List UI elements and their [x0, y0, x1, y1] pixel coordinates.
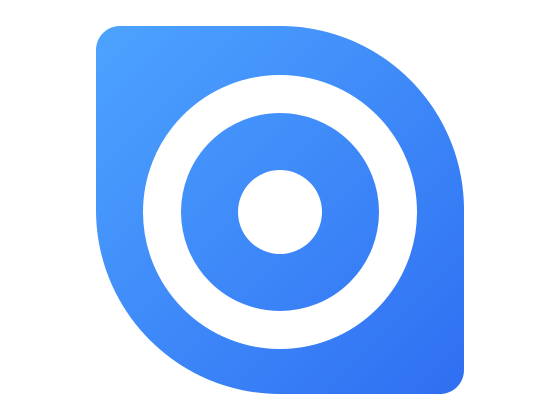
icon-canvas — [0, 0, 560, 420]
center-dot — [238, 170, 322, 254]
logo-graphic — [96, 26, 464, 394]
app-logo — [96, 26, 464, 394]
